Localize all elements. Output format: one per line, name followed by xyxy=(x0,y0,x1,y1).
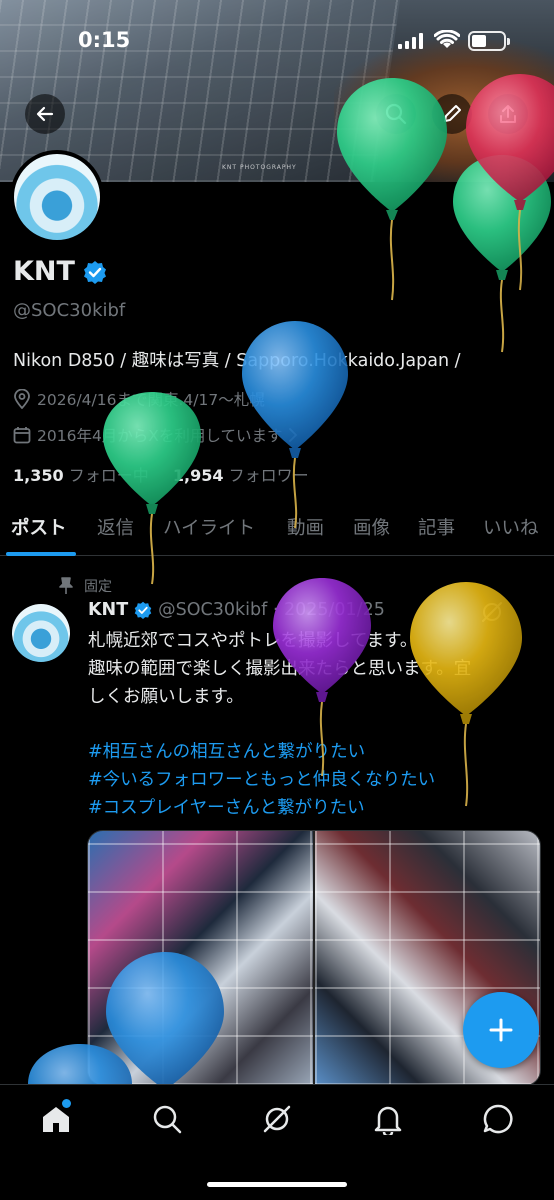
cellular-signal-icon xyxy=(398,33,423,49)
post-hashtag-1[interactable]: #相互さんの相互さんと繋がりたい xyxy=(88,738,365,763)
tab-posts[interactable]: ポスト xyxy=(11,514,67,540)
nav-notifications[interactable] xyxy=(370,1101,406,1137)
grok-icon xyxy=(263,1105,291,1133)
grok-icon[interactable] xyxy=(480,600,504,624)
follow-counts: 1,350 フォロー中 1,954 フォロワー xyxy=(13,462,309,486)
profile-location: 2026/4/16まで関東.4/17～札幌 xyxy=(37,391,265,409)
active-tab-indicator xyxy=(6,552,76,556)
nav-search[interactable] xyxy=(149,1101,185,1137)
search-icon xyxy=(153,1105,182,1134)
tab-likes[interactable]: いいね xyxy=(483,514,539,540)
share-button[interactable] xyxy=(488,94,528,134)
back-arrow-icon xyxy=(36,106,54,122)
pinned-label: 固定 xyxy=(84,579,112,595)
back-button[interactable] xyxy=(25,94,65,134)
messages-icon xyxy=(483,1104,513,1134)
pinned-indicator: 固定 xyxy=(58,576,112,596)
tab-highlights[interactable]: ハイライト xyxy=(163,514,255,540)
pin-icon xyxy=(59,577,73,594)
tab-replies[interactable]: 返信 xyxy=(97,514,134,540)
following-label: フォロー中 xyxy=(68,466,149,485)
post-header: KNT @SOC30kibf · 2025/01/25 xyxy=(88,600,385,620)
tab-videos[interactable]: 動画 xyxy=(287,514,324,540)
pencil-icon xyxy=(444,105,461,122)
profile-joined-row[interactable]: 2016年4月からXを利用しています xyxy=(13,424,298,446)
nav-grok[interactable] xyxy=(259,1101,295,1137)
home-icon xyxy=(43,1107,69,1132)
following-count: 1,350 xyxy=(13,466,64,485)
followers-link[interactable]: 1,954 フォロワー xyxy=(173,466,309,485)
plus-icon xyxy=(489,1018,513,1042)
following-link[interactable]: 1,350 フォロー中 xyxy=(13,466,149,485)
bell-icon xyxy=(374,1106,402,1135)
share-icon xyxy=(500,105,516,123)
post-author-avatar[interactable] xyxy=(12,604,70,662)
battery-icon xyxy=(468,31,510,51)
post-author-name[interactable]: KNT xyxy=(88,600,128,620)
wifi-icon xyxy=(434,30,460,48)
home-indicator xyxy=(207,1182,347,1187)
followers-label: フォロワー xyxy=(228,466,309,485)
post-hashtag-2[interactable]: #今いるフォロワーともっと仲良くなりたい xyxy=(88,766,435,791)
nav-home[interactable] xyxy=(38,1099,74,1137)
profile-avatar[interactable] xyxy=(10,150,104,244)
nav-messages[interactable] xyxy=(480,1101,516,1137)
post-text-line-3: しくお願いします。 xyxy=(88,687,244,707)
profile-location-row: 2026/4/16まで関東.4/17～札幌 xyxy=(13,388,265,410)
chevron-right-icon xyxy=(289,428,298,442)
calendar-icon xyxy=(13,427,31,444)
profile-tabs: ポスト 返信 ハイライト 動画 画像 記事 いいね xyxy=(0,510,554,556)
profile-name-row: KNT xyxy=(13,256,107,287)
verified-badge-icon xyxy=(83,260,106,284)
profile-joined: 2016年4月からXを利用しています xyxy=(37,427,283,445)
profile-bio: Nikon D850 / 趣味は写真 / Sapporo.Hokkaido.Ja… xyxy=(13,351,461,371)
banner-watermark: KNT PHOTOGRAPHY xyxy=(222,164,297,171)
post-author-handle-date: @SOC30kibf · 2025/01/25 xyxy=(158,600,385,620)
status-time: 0:15 xyxy=(78,28,131,52)
search-button[interactable] xyxy=(376,94,416,134)
search-icon xyxy=(385,103,407,125)
compose-button[interactable] xyxy=(432,94,472,134)
status-bar: 0:15 xyxy=(0,0,554,80)
notification-dot xyxy=(62,1099,71,1108)
verified-badge-icon xyxy=(134,601,152,619)
tab-articles[interactable]: 記事 xyxy=(418,514,455,540)
post-hashtag-3[interactable]: #コスプレイヤーさんと繋がりたい xyxy=(88,794,365,819)
profile-name: KNT xyxy=(13,256,75,287)
followers-count: 1,954 xyxy=(172,466,224,485)
balloon-green xyxy=(453,155,551,353)
profile-handle: @SOC30kibf xyxy=(13,300,126,321)
compose-post-button[interactable] xyxy=(463,992,539,1068)
post-image-1[interactable] xyxy=(88,831,313,1085)
post-text-line-2: 趣味の範囲で楽しく撮影出来たらと思います。宜 xyxy=(88,659,472,679)
bottom-navigation xyxy=(0,1084,554,1200)
tab-images[interactable]: 画像 xyxy=(353,514,390,540)
location-pin-icon xyxy=(14,389,30,409)
post-text-line-1: 札幌近郊でコスやポトレを撮影してます。 xyxy=(88,631,418,651)
